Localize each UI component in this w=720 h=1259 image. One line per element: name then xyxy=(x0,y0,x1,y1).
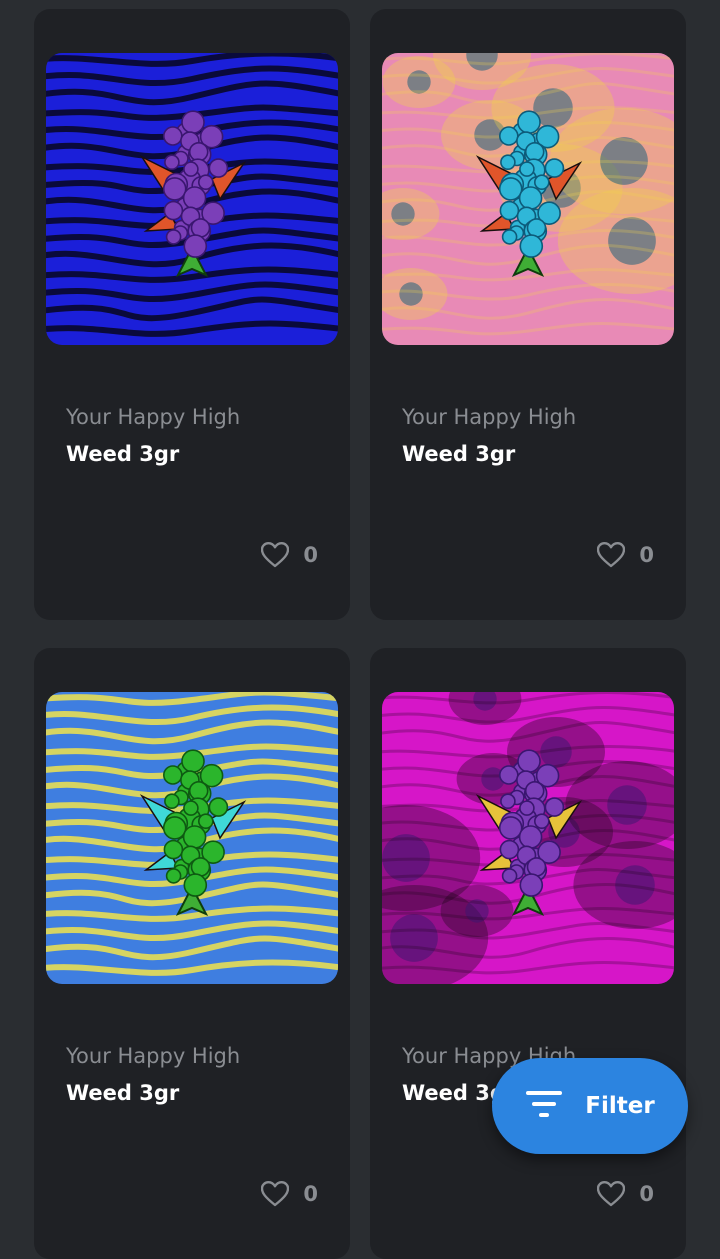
like-control[interactable]: 0 xyxy=(597,542,654,568)
filter-label: Filter xyxy=(585,1093,655,1119)
product-card[interactable]: Your Happy High Weed 3gr 0 xyxy=(370,648,686,1259)
like-control[interactable]: 0 xyxy=(597,1181,654,1207)
heart-icon[interactable] xyxy=(597,1181,626,1207)
heart-icon[interactable] xyxy=(261,542,290,568)
likes-count: 0 xyxy=(639,1182,654,1206)
product-card[interactable]: Your Happy High Weed 3gr 0 xyxy=(34,648,350,1259)
product-title[interactable]: Weed 3gr xyxy=(66,442,179,466)
likes-count: 0 xyxy=(639,543,654,567)
creator-name[interactable]: Your Happy High xyxy=(66,1044,240,1068)
filter-icon xyxy=(525,1090,563,1122)
product-card[interactable]: Your Happy High Weed 3gr 0 xyxy=(370,9,686,620)
product-title[interactable]: Weed 3gr xyxy=(66,1081,179,1105)
product-card[interactable]: Your Happy High Weed 3gr 0 xyxy=(34,9,350,620)
filter-button[interactable]: Filter xyxy=(492,1058,688,1154)
likes-count: 0 xyxy=(303,1182,318,1206)
likes-count: 0 xyxy=(303,543,318,567)
creator-name[interactable]: Your Happy High xyxy=(402,405,576,429)
like-control[interactable]: 0 xyxy=(261,1181,318,1207)
product-artwork[interactable] xyxy=(46,53,338,345)
product-artwork[interactable] xyxy=(382,692,674,984)
heart-icon[interactable] xyxy=(597,542,626,568)
creator-name[interactable]: Your Happy High xyxy=(66,405,240,429)
like-control[interactable]: 0 xyxy=(261,542,318,568)
product-artwork[interactable] xyxy=(46,692,338,984)
heart-icon[interactable] xyxy=(261,1181,290,1207)
product-artwork[interactable] xyxy=(382,53,674,345)
product-title[interactable]: Weed 3gr xyxy=(402,442,515,466)
